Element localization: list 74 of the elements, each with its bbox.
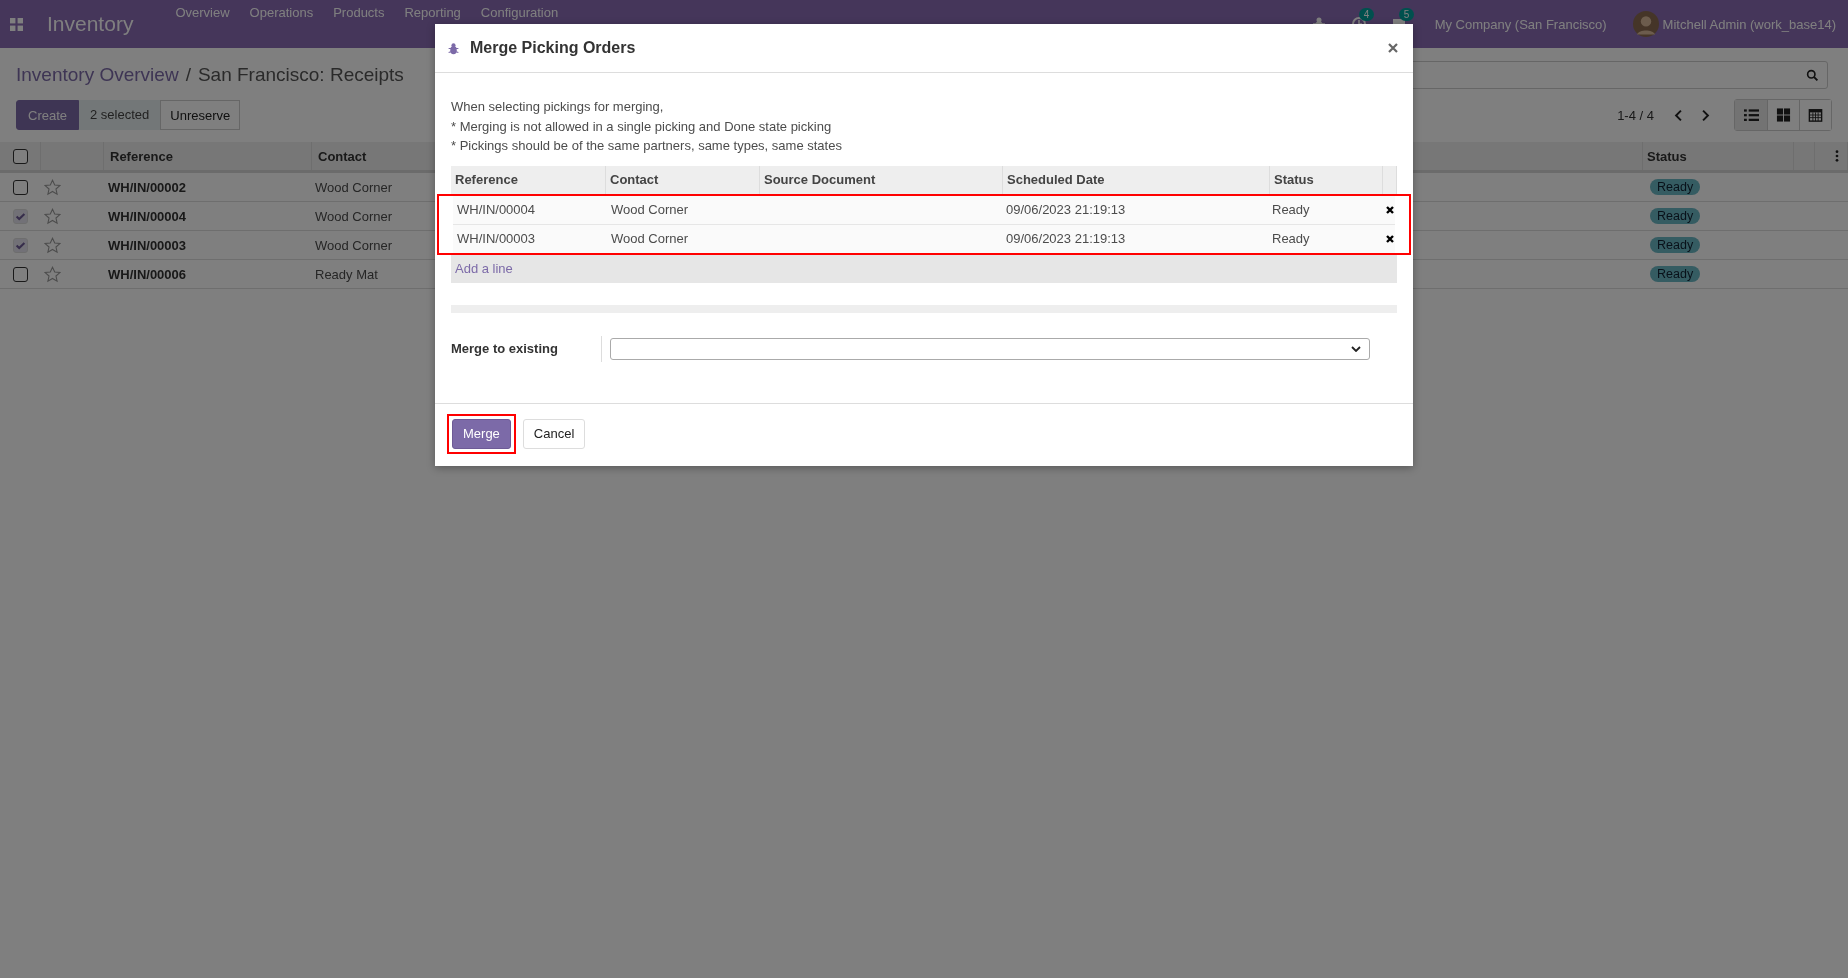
delete-icon[interactable] [1384,233,1395,244]
column-header[interactable]: Contact [606,165,760,194]
message-count-badge: 5 [1398,8,1415,21]
help-text: * Pickings should be of the same partners, same types, same states [451,137,843,155]
create-button[interactable]: Create [16,100,80,130]
table-cell-text: Ready [1271,201,1311,219]
menu-item[interactable]: Products [333,0,385,20]
merge-button[interactable]: Merge [452,418,511,449]
activity-count-badge: 4 [1358,8,1375,21]
table-cell-text: 09/06/2023 21:19:13 [1005,201,1127,219]
table-cell-text: WH/IN/00006 [107,265,188,284]
star-icon[interactable] [44,236,61,254]
column-header[interactable]: Source Document [760,165,1003,194]
caret-icon [1351,345,1361,352]
select-all-checkbox[interactable] [12,148,28,164]
search-icon[interactable] [1806,68,1819,82]
calendar-icon [1808,108,1823,122]
bug-icon [447,41,460,55]
column-header[interactable]: Status [1270,165,1383,194]
selected-count: 2 selected [79,100,161,130]
star-icon[interactable] [44,178,61,196]
cancel-button[interactable]: Cancel [522,418,586,449]
table-cell-text: Wood Corner [314,178,394,197]
field-label: Merge to existing [451,341,559,356]
table-cell-text: WH/IN/00002 [107,178,188,197]
app-name[interactable]: Inventory [47,12,134,36]
column-header[interactable]: Scheduled Date [1003,165,1270,194]
company-switcher[interactable]: My Company (San Francisco) [1434,16,1607,32]
kebab-menu-icon[interactable] [1835,150,1839,162]
list-icon [1743,108,1759,122]
pager-value[interactable]: 1-4 / 4 [1617,107,1654,123]
status-badge: Ready [1650,266,1701,282]
menu-item[interactable]: Overview [175,0,230,20]
menu-item[interactable]: Configuration [480,0,559,20]
add-line-link[interactable]: Add a line [455,261,513,276]
table-cell-text: WH/IN/00003 [107,236,188,255]
breadcrumb-current: San Francisco: Receipts [197,64,404,86]
user-menu[interactable]: Mitchell Admin (work_base14) [1662,16,1836,32]
table-cell-text: Wood Corner [610,201,690,219]
status-badge: Ready [1650,237,1701,253]
menu-item[interactable]: Operations [249,0,314,20]
unreserve-button[interactable]: Unreserve [160,100,241,130]
calendar-view-button[interactable] [1799,100,1831,130]
status-badge: Ready [1650,208,1701,224]
status-badge: Ready [1650,179,1701,195]
table-cell-text: Wood Corner [314,236,394,255]
table-cell-text: WH/IN/00004 [456,201,537,219]
table-cell-text: Wood Corner [610,230,690,248]
menu-item[interactable]: Reporting [404,0,461,20]
row-checkbox[interactable] [12,266,28,282]
table-cell-text: WH/IN/00003 [456,230,537,248]
table-cell-text: Ready Mat [314,265,379,284]
apps-menu-icon[interactable] [10,17,23,31]
star-icon[interactable] [44,207,61,225]
grid-icon [1776,108,1791,122]
help-text: * Merging is not allowed in a single picking and Done state picking [451,117,833,136]
dialog-title: Merge Picking Orders [470,39,636,57]
star-icon[interactable] [44,265,61,283]
previous-page-icon[interactable] [1674,108,1683,122]
column-header[interactable]: Reference [451,165,606,194]
table-cell-text: 09/06/2023 21:19:13 [1005,230,1127,248]
column-header[interactable]: Reference [104,142,312,170]
row-checkbox[interactable] [12,179,28,195]
breadcrumb-separator: / [185,64,191,86]
list-view-button[interactable] [1735,100,1767,130]
breadcrumb-link[interactable]: Inventory Overview [16,64,179,86]
column-header[interactable]: Status [1643,142,1794,170]
delete-icon[interactable] [1384,204,1395,215]
table-cell-text: WH/IN/00004 [107,207,188,226]
help-text: When selecting pickings for merging, [451,98,665,116]
close-icon[interactable] [1387,42,1399,54]
table-cell-text: Wood Corner [314,207,394,226]
next-page-icon[interactable] [1701,108,1710,122]
table-cell-text: Ready [1271,230,1311,248]
